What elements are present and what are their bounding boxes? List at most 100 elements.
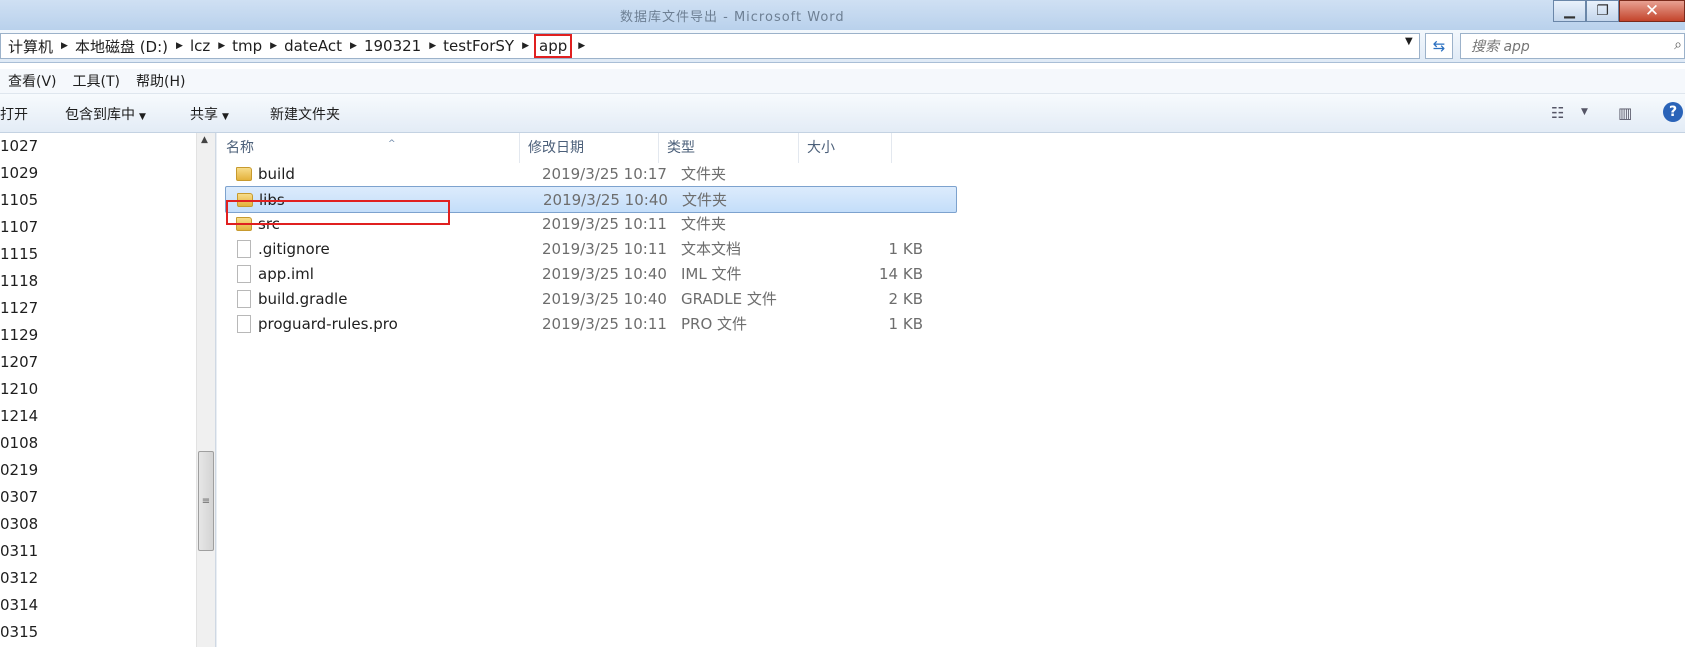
- crumb-testforsy[interactable]: testForSY ▶: [436, 37, 529, 55]
- restore-icon: ❐: [1596, 3, 1609, 19]
- column-name[interactable]: 名称 ^: [218, 133, 520, 163]
- address-history-dropdown[interactable]: ▼: [1405, 36, 1413, 47]
- chevron-right-icon[interactable]: ▶: [176, 41, 183, 51]
- file-row-app-iml[interactable]: app.iml 2019/3/25 10:40 IML 文件 14 KB: [225, 261, 957, 288]
- file-date: 2019/3/25 10:11: [542, 215, 667, 233]
- menu-help[interactable]: 帮助(H): [128, 71, 193, 91]
- menu-view[interactable]: 查看(V): [0, 71, 65, 91]
- crumb-computer[interactable]: 计算机 ▶: [1, 36, 68, 57]
- file-icon: [237, 315, 251, 333]
- highlight-annotation-box: [226, 200, 450, 225]
- file-name: build.gradle: [258, 290, 348, 308]
- chevron-down-icon: ▼: [139, 112, 146, 122]
- file-name: proguard-rules.pro: [258, 315, 398, 333]
- title-bar: 数据库文件导出 - Microsoft Word ▁ ❐ ✕: [0, 0, 1685, 30]
- refresh-button[interactable]: ⇆: [1425, 33, 1453, 59]
- window-title: 数据库文件导出 - Microsoft Word: [620, 10, 845, 25]
- chevron-right-icon[interactable]: ▶: [270, 41, 277, 51]
- chevron-right-icon[interactable]: ▶: [522, 41, 529, 51]
- nav-item[interactable]: 1107: [0, 214, 196, 241]
- chevron-right-icon[interactable]: ▶: [61, 41, 68, 51]
- nav-item[interactable]: 0312: [0, 565, 196, 592]
- file-type: 文件夹: [681, 215, 727, 233]
- file-size: 2 KB: [888, 290, 923, 308]
- preview-pane-icon[interactable]: ▥: [1618, 104, 1632, 122]
- nav-item[interactable]: 0307: [0, 484, 196, 511]
- chevron-down-icon: ▼: [222, 112, 229, 122]
- nav-item[interactable]: 0315: [0, 619, 196, 646]
- file-date: 2019/3/25 10:17: [542, 165, 667, 183]
- column-date[interactable]: 修改日期: [520, 133, 659, 163]
- breadcrumb[interactable]: 计算机 ▶ 本地磁盘 (D:) ▶ lcz ▶ tmp ▶ dateAct ▶ 19032…: [0, 33, 1420, 59]
- search-input[interactable]: [1469, 35, 1663, 59]
- file-icon: [237, 265, 251, 283]
- scroll-up-arrow-icon[interactable]: ▲: [201, 135, 208, 145]
- nav-item[interactable]: 1105: [0, 187, 196, 214]
- scrollbar-thumb[interactable]: ≡: [198, 451, 214, 551]
- nav-item[interactable]: 0308: [0, 511, 196, 538]
- crumb-app[interactable]: app ▶: [529, 34, 585, 58]
- include-library-button[interactable]: 包含到库中 ▼: [65, 104, 146, 124]
- nav-item[interactable]: 1207: [0, 349, 196, 376]
- file-row-gitignore[interactable]: .gitignore 2019/3/25 10:11 文本文档 1 KB: [225, 236, 957, 263]
- column-size[interactable]: 大小: [799, 133, 892, 163]
- file-date: 2019/3/25 10:40: [542, 265, 667, 283]
- file-type: 文件夹: [681, 165, 727, 183]
- menu-bar: 查看(V) 工具(T) 帮助(H): [0, 69, 1685, 94]
- minimize-button[interactable]: ▁: [1553, 0, 1586, 22]
- chevron-right-icon[interactable]: ▶: [429, 41, 436, 51]
- nav-item[interactable]: 0219: [0, 457, 196, 484]
- file-date: 2019/3/25 10:11: [542, 240, 667, 258]
- pane-splitter[interactable]: [215, 133, 217, 647]
- minimize-icon: ▁: [1564, 3, 1575, 19]
- chevron-right-icon[interactable]: ▶: [218, 41, 225, 51]
- nav-scrollbar[interactable]: ▲ ≡: [196, 133, 215, 647]
- close-icon: ✕: [1644, 1, 1660, 21]
- nav-item[interactable]: 0108: [0, 430, 196, 457]
- nav-item[interactable]: 1027: [0, 133, 196, 160]
- view-options-icon[interactable]: ☷: [1551, 104, 1564, 122]
- crumb-drive-d[interactable]: 本地磁盘 (D:) ▶: [68, 36, 183, 57]
- column-type[interactable]: 类型: [659, 133, 799, 163]
- nav-item[interactable]: 1129: [0, 322, 196, 349]
- close-button[interactable]: ✕: [1619, 0, 1685, 22]
- file-type: GRADLE 文件: [681, 290, 777, 308]
- nav-item[interactable]: 1214: [0, 403, 196, 430]
- file-row-build-gradle[interactable]: build.gradle 2019/3/25 10:40 GRADLE 文件 2…: [225, 286, 957, 313]
- file-row-build[interactable]: build 2019/3/25 10:17 文件夹: [225, 161, 957, 188]
- file-name: build: [258, 165, 295, 183]
- new-folder-button[interactable]: 新建文件夹: [270, 104, 340, 124]
- maximize-button[interactable]: ❐: [1586, 0, 1619, 22]
- nav-item[interactable]: 1210: [0, 376, 196, 403]
- crumb-lcz[interactable]: lcz ▶: [183, 37, 225, 55]
- refresh-icon: ⇆: [1432, 37, 1446, 55]
- nav-item[interactable]: 1029: [0, 160, 196, 187]
- text-file-icon: [237, 240, 251, 258]
- command-bar: 打开 包含到库中 ▼ 共享 ▼ 新建文件夹 ☷ ▼ ▥ ?: [0, 94, 1685, 133]
- file-type: 文件夹: [682, 191, 728, 209]
- menu-tools[interactable]: 工具(T): [65, 71, 128, 91]
- nav-item[interactable]: 1127: [0, 295, 196, 322]
- window-controls: ▁ ❐ ✕: [1553, 0, 1685, 22]
- view-dropdown-icon[interactable]: ▼: [1581, 107, 1588, 117]
- share-button[interactable]: 共享 ▼: [190, 104, 229, 124]
- file-size: 14 KB: [879, 265, 923, 283]
- nav-item[interactable]: 0314: [0, 592, 196, 619]
- file-date: 2019/3/25 10:40: [542, 290, 667, 308]
- file-name: app.iml: [258, 265, 314, 283]
- crumb-tmp[interactable]: tmp ▶: [225, 37, 277, 55]
- open-button[interactable]: 打开: [0, 104, 28, 124]
- chevron-right-icon[interactable]: ▶: [578, 41, 585, 51]
- file-name: .gitignore: [258, 240, 330, 258]
- crumb-190321[interactable]: 190321 ▶: [357, 37, 436, 55]
- nav-item[interactable]: 0311: [0, 538, 196, 565]
- search-icon[interactable]: ⌕: [1674, 37, 1682, 53]
- crumb-dateact[interactable]: dateAct ▶: [277, 37, 357, 55]
- search-box[interactable]: ⌕: [1460, 33, 1685, 59]
- nav-item[interactable]: 1115: [0, 241, 196, 268]
- file-date: 2019/3/25 10:11: [542, 315, 667, 333]
- help-icon[interactable]: ?: [1663, 102, 1683, 122]
- chevron-right-icon[interactable]: ▶: [350, 41, 357, 51]
- file-row-proguard-rules[interactable]: proguard-rules.pro 2019/3/25 10:11 PRO 文…: [225, 311, 957, 338]
- nav-item[interactable]: 1118: [0, 268, 196, 295]
